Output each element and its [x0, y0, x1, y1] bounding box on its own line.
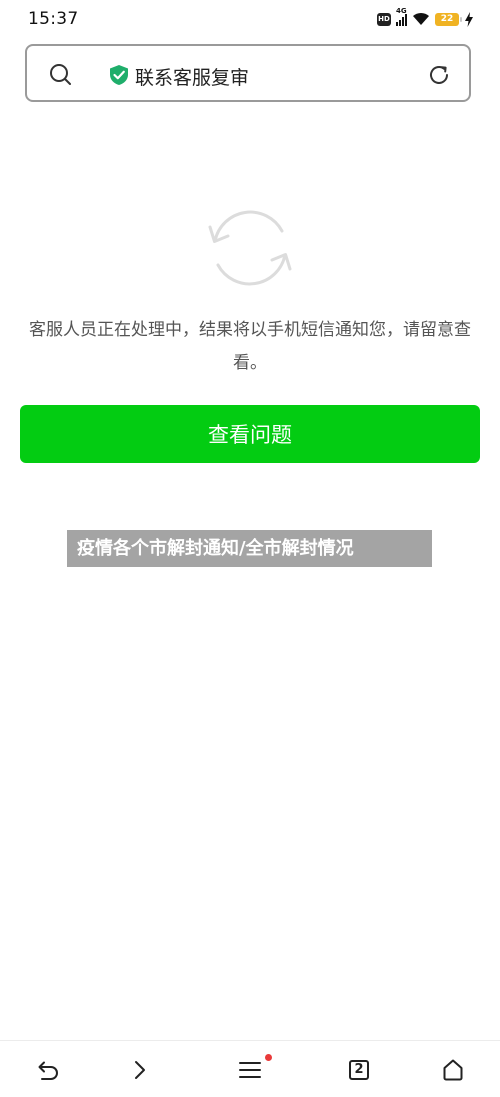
search-icon[interactable]	[49, 63, 71, 85]
status-time: 15:37	[28, 9, 79, 29]
status-bar: 15:37 HD 4G 22	[0, 0, 500, 38]
charging-icon	[465, 11, 473, 27]
address-title[interactable]: 联系客服复审	[135, 63, 249, 90]
hd-icon: HD	[377, 12, 391, 26]
view-issue-button[interactable]: 查看问题	[20, 405, 480, 463]
refresh-icon[interactable]	[427, 63, 451, 87]
shield-check-icon	[110, 65, 128, 85]
address-bar[interactable]: 联系客服复审	[25, 44, 471, 102]
notification-dot	[265, 1054, 272, 1061]
sync-icon	[208, 210, 292, 286]
home-icon	[443, 1059, 463, 1080]
menu-icon	[239, 1061, 261, 1078]
signal-icon: 4G	[396, 7, 407, 26]
back-icon	[38, 1061, 58, 1080]
wifi-icon	[413, 12, 429, 25]
back-button[interactable]	[17, 1041, 77, 1097]
network-type-label: 4G	[396, 7, 407, 15]
tabs-icon: 2	[349, 1059, 369, 1080]
forward-icon	[135, 1060, 145, 1079]
forward-button[interactable]	[110, 1041, 170, 1097]
browser-page: 15:37 HD 4G 22 联系客服复审 客服人员正在处理中，结果将以手机短信…	[0, 0, 500, 1097]
tabs-button[interactable]: 2	[329, 1041, 389, 1097]
menu-button[interactable]	[220, 1041, 280, 1097]
status-message: 客服人员正在处理中，结果将以手机短信通知您，请留意查看。	[29, 320, 471, 373]
bottom-toolbar: 2	[0, 1040, 500, 1097]
overlay-caption: 疫情各个市解封通知/全市解封情况	[67, 530, 432, 567]
home-button[interactable]	[423, 1041, 483, 1097]
battery-icon: 22	[435, 12, 462, 26]
status-icons: HD 4G 22	[377, 7, 474, 29]
